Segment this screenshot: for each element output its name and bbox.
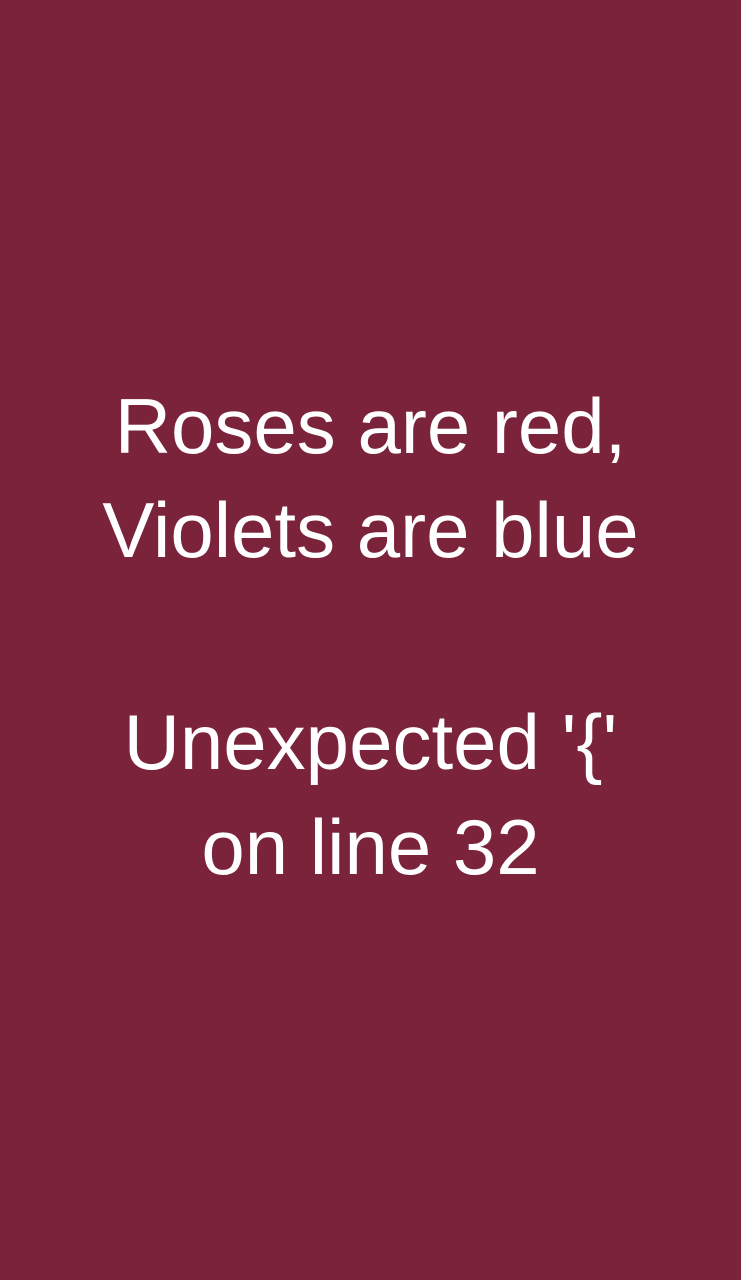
poem-line-1: Roses are red, [114,382,627,470]
poem-line-2: Violets are blue [102,486,639,574]
poem-screen: Roses are red, Violets are blue Unexpect… [0,0,741,1280]
poem-line-4: on line 32 [201,803,540,891]
poem-line-3: Unexpected '{' [123,698,618,786]
